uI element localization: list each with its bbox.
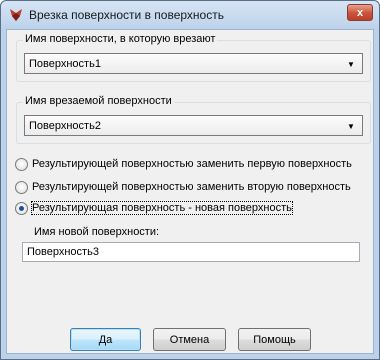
option-replace-first[interactable]: Результирующей поверхностью заменить пер… bbox=[15, 156, 352, 172]
ok-button[interactable]: Да bbox=[70, 328, 141, 351]
cut-surface-value: Поверхность2 bbox=[29, 120, 101, 132]
dialog-body: Имя поверхности, в которую врезают Повер… bbox=[6, 29, 374, 354]
option-replace-second[interactable]: Результирующей поверхностью заменить вто… bbox=[15, 179, 351, 195]
cancel-button[interactable]: Отмена bbox=[153, 328, 226, 351]
new-surface-name-value: Поверхность3 bbox=[27, 246, 99, 258]
option-new-surface-label: Результирующая поверхность - новая повер… bbox=[31, 201, 293, 215]
cut-surface-label: Имя врезаемой поверхности bbox=[23, 95, 174, 107]
radio-new-surface[interactable] bbox=[15, 201, 28, 215]
help-button-label: Помощь bbox=[253, 333, 296, 346]
cut-surface-dropdown[interactable]: Поверхность2 ▼ bbox=[24, 115, 363, 136]
chevron-down-icon: ▼ bbox=[347, 59, 355, 69]
target-surface-group: Имя поверхности, в которую врезают Повер… bbox=[16, 33, 371, 82]
close-button[interactable]: x bbox=[347, 4, 373, 21]
dialog-window: Врезка поверхности в поверхность x Имя п… bbox=[0, 0, 380, 360]
option-replace-first-label: Результирующей поверхностью заменить пер… bbox=[32, 158, 352, 170]
ok-button-label: Да bbox=[98, 333, 113, 346]
chevron-down-icon: ▼ bbox=[347, 121, 355, 131]
close-icon: x bbox=[356, 6, 364, 19]
cut-surface-group: Имя врезаемой поверхности Поверхность2 ▼ bbox=[16, 95, 371, 144]
window-title: Врезка поверхности в поверхность bbox=[29, 8, 224, 22]
app-icon bbox=[10, 9, 22, 21]
target-surface-value: Поверхность1 bbox=[29, 58, 101, 70]
title-bar[interactable]: Врезка поверхности в поверхность x bbox=[1, 1, 379, 29]
option-replace-second-label: Результирующей поверхностью заменить вто… bbox=[32, 181, 351, 193]
target-surface-label: Имя поверхности, в которую врезают bbox=[23, 33, 218, 45]
help-button[interactable]: Помощь bbox=[238, 328, 311, 351]
radio-replace-first[interactable] bbox=[15, 157, 28, 171]
new-surface-name-field[interactable]: Поверхность3 bbox=[22, 242, 360, 262]
option-new-surface[interactable]: Результирующая поверхность - новая повер… bbox=[15, 200, 293, 216]
cancel-button-label: Отмена bbox=[169, 333, 210, 346]
new-surface-name-label: Имя новой поверхности: bbox=[34, 226, 160, 238]
radio-replace-second[interactable] bbox=[15, 180, 28, 194]
target-surface-dropdown[interactable]: Поверхность1 ▼ bbox=[24, 53, 363, 74]
